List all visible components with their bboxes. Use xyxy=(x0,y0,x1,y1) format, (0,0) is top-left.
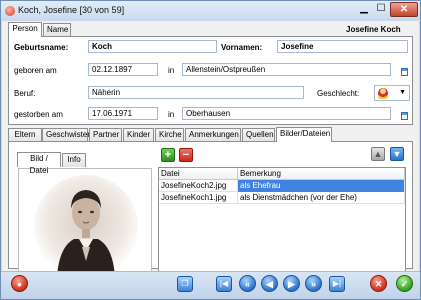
next-record-button[interactable]: ▶ xyxy=(283,275,300,292)
chevron-left-icon: ◀ xyxy=(266,279,273,289)
tab-info[interactable]: Info xyxy=(62,153,86,167)
cancel-button[interactable]: ✕ xyxy=(370,275,387,292)
tab-partner[interactable]: Partner xyxy=(89,128,122,142)
vornamen-input[interactable]: Josefine xyxy=(277,40,408,53)
chevron-down-icon: ▼ xyxy=(399,89,406,96)
tab-geschwister[interactable]: Geschwister xyxy=(42,128,90,142)
arrow-up-icon: ▲ xyxy=(373,149,383,159)
occupation-input[interactable]: Näherin xyxy=(88,86,304,99)
gender-select[interactable]: ▼ xyxy=(374,85,410,101)
first-icon: |◀ xyxy=(219,279,229,288)
chevron-right-icon: ▶ xyxy=(288,279,295,289)
tab-eltern[interactable]: Eltern xyxy=(8,128,42,142)
title-bar: Koch, Josefine [30 von 59] ▁ ☐ ✕ xyxy=(1,1,420,21)
tab-name[interactable]: Name xyxy=(43,23,71,37)
file-cell: JosefineKoch1.jpg xyxy=(159,192,238,204)
last-icon: ▶| xyxy=(332,279,342,288)
window-title: Koch, Josefine [30 von 59] xyxy=(18,5,125,15)
app-icon xyxy=(5,6,15,16)
move-up-button[interactable]: ▲ xyxy=(371,147,385,161)
file-cell: JosefineKoch2.jpg xyxy=(159,180,238,192)
person-icon: ● xyxy=(16,279,23,289)
beruf-label: Beruf: xyxy=(14,89,36,98)
tab-kirche[interactable]: Kirche xyxy=(155,128,184,142)
birth-place-input[interactable]: Allenstein/Ostpreußen xyxy=(182,63,391,76)
files-table: Datei Bemerkung JosefineKoch2.jpg als Eh… xyxy=(158,167,406,277)
double-right-icon: » xyxy=(310,279,316,289)
person-action-button[interactable]: ● xyxy=(11,275,28,292)
geboren-label: geboren am xyxy=(14,66,57,75)
death-in-label: in xyxy=(168,110,175,119)
geburtsname-label: Geburtsname: xyxy=(14,43,69,52)
minimize-button[interactable]: ▁ xyxy=(356,2,372,17)
column-header-datei[interactable]: Datei xyxy=(159,168,238,180)
check-icon: ✓ xyxy=(400,279,409,289)
geschlecht-label: Geschlecht: xyxy=(317,89,360,98)
tab-quellen[interactable]: Quellen xyxy=(242,128,275,142)
person-window: Koch, Josefine [30 von 59] ▁ ☐ ✕ Person … xyxy=(0,0,421,300)
ok-button[interactable]: ✓ xyxy=(396,275,413,292)
geburtsname-input[interactable]: Koch xyxy=(88,40,217,53)
column-header-bemerkung[interactable]: Bemerkung xyxy=(238,168,405,180)
table-row[interactable]: JosefineKoch1.jpg als Dienstmädchen (vor… xyxy=(159,192,405,204)
bottom-toolbar xyxy=(1,271,420,299)
maximize-button[interactable]: ☐ xyxy=(373,2,389,17)
next-page-button[interactable]: » xyxy=(305,275,322,292)
photo-preview xyxy=(18,168,152,276)
calendar-icon[interactable] xyxy=(401,112,408,120)
death-date-input[interactable]: 17.06.1971 xyxy=(88,107,158,120)
table-row[interactable]: JosefineKoch2.jpg als Ehefrau xyxy=(159,180,405,192)
minus-icon: − xyxy=(182,149,190,161)
tab-kinder[interactable]: Kinder xyxy=(123,128,154,142)
death-place-input[interactable]: Oberhausen xyxy=(182,107,391,120)
remark-cell: als Dienstmädchen (vor der Ehe) xyxy=(238,192,405,204)
copy-icon: ❐ xyxy=(181,279,189,288)
tab-bilder-dateien[interactable]: Bilder/Dateien xyxy=(276,127,332,142)
gestorben-label: gestorben am xyxy=(14,110,63,119)
copy-button[interactable]: ❐ xyxy=(177,276,193,292)
female-icon xyxy=(378,88,388,99)
previous-page-button[interactable]: « xyxy=(239,275,256,292)
birth-in-label: in xyxy=(168,66,175,75)
tab-bild-datei[interactable]: Bild / Datei xyxy=(17,152,61,175)
portrait-image xyxy=(19,169,151,275)
calendar-icon[interactable] xyxy=(401,68,408,76)
add-file-button[interactable]: + xyxy=(161,148,175,162)
remove-file-button[interactable]: − xyxy=(179,148,193,162)
person-name-display: Josefine Koch xyxy=(346,25,401,34)
tab-anmerkungen[interactable]: Anmerkungen xyxy=(185,128,241,142)
plus-icon: + xyxy=(164,149,172,161)
tab-person[interactable]: Person xyxy=(8,22,42,37)
close-icon: ✕ xyxy=(374,279,383,289)
first-record-button[interactable]: |◀ xyxy=(216,276,232,292)
vornamen-label: Vornamen: xyxy=(221,43,263,52)
last-record-button[interactable]: ▶| xyxy=(329,276,345,292)
birth-date-input[interactable]: 02.12.1897 xyxy=(88,63,158,76)
arrow-down-icon: ▼ xyxy=(392,149,402,159)
close-window-button[interactable]: ✕ xyxy=(390,2,418,17)
remark-cell: als Ehefrau xyxy=(238,180,405,192)
move-down-button[interactable]: ▼ xyxy=(390,147,404,161)
double-left-icon: « xyxy=(244,279,250,289)
previous-record-button[interactable]: ◀ xyxy=(261,275,278,292)
